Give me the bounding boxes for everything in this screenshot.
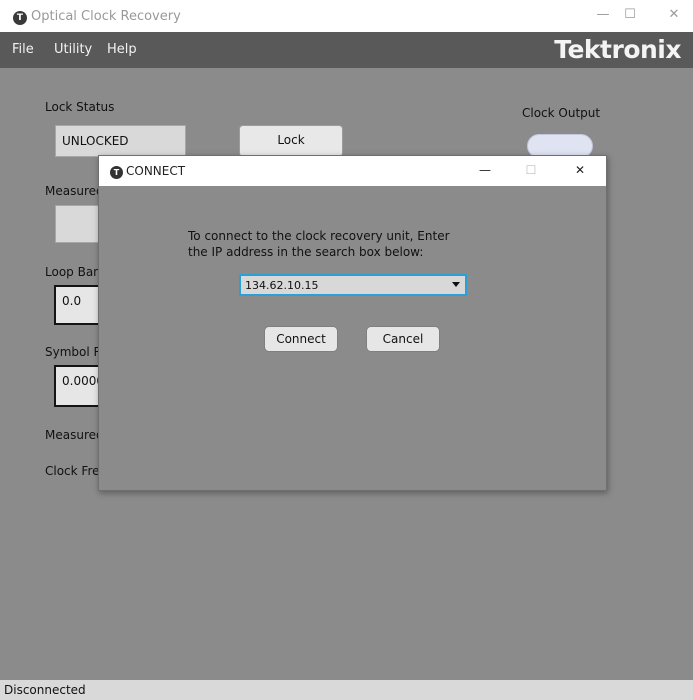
menubar: File Utility Help Tektronix (0, 32, 693, 68)
menu-utility[interactable]: Utility (54, 42, 92, 57)
connect-dialog: T CONNECT — ☐ ✕ To connect to the clock … (98, 155, 607, 491)
clock-output-label: Clock Output (522, 106, 601, 120)
menu-file[interactable]: File (12, 42, 34, 57)
connection-status: Disconnected (4, 683, 86, 697)
dialog-minimize-button[interactable]: — (475, 163, 495, 177)
minimize-button[interactable]: — (593, 7, 613, 22)
tektronix-logo-icon: T (110, 166, 123, 179)
maximize-button[interactable]: ☐ (620, 7, 640, 22)
tektronix-logo-icon: T (13, 11, 27, 25)
symbol-rate-label: Symbol R (45, 345, 102, 359)
lock-button[interactable]: Lock (239, 125, 343, 157)
cancel-button[interactable]: Cancel (366, 326, 440, 352)
close-button[interactable]: ✕ (664, 7, 684, 22)
ip-address-value: 134.62.10.15 (245, 279, 319, 292)
dialog-maximize-button: ☐ (525, 163, 537, 177)
clock-frequency-label: Clock Fre (45, 464, 100, 478)
window-titlebar: T Optical Clock Recovery — ☐ ✕ (0, 0, 693, 33)
dialog-close-button[interactable]: ✕ (570, 163, 590, 177)
lock-status-label: Lock Status (45, 100, 115, 114)
dialog-title: CONNECT (126, 164, 186, 178)
ip-address-combobox[interactable]: 134.62.10.15 (239, 274, 467, 296)
dropdown-arrow-icon[interactable] (452, 282, 460, 287)
brand-logo: Tektronix (554, 35, 681, 64)
statusbar: Disconnected (0, 680, 693, 700)
dialog-titlebar: T CONNECT — ☐ ✕ (99, 156, 606, 186)
window-title: Optical Clock Recovery (31, 9, 181, 24)
measured-label-2: Measured (45, 428, 104, 442)
menu-help[interactable]: Help (107, 42, 137, 57)
connect-instructions: To connect to the clock recovery unit, E… (188, 229, 450, 259)
lock-status-field: UNLOCKED (55, 125, 186, 157)
connect-button[interactable]: Connect (264, 326, 338, 352)
measured-label: Measured (45, 184, 104, 198)
